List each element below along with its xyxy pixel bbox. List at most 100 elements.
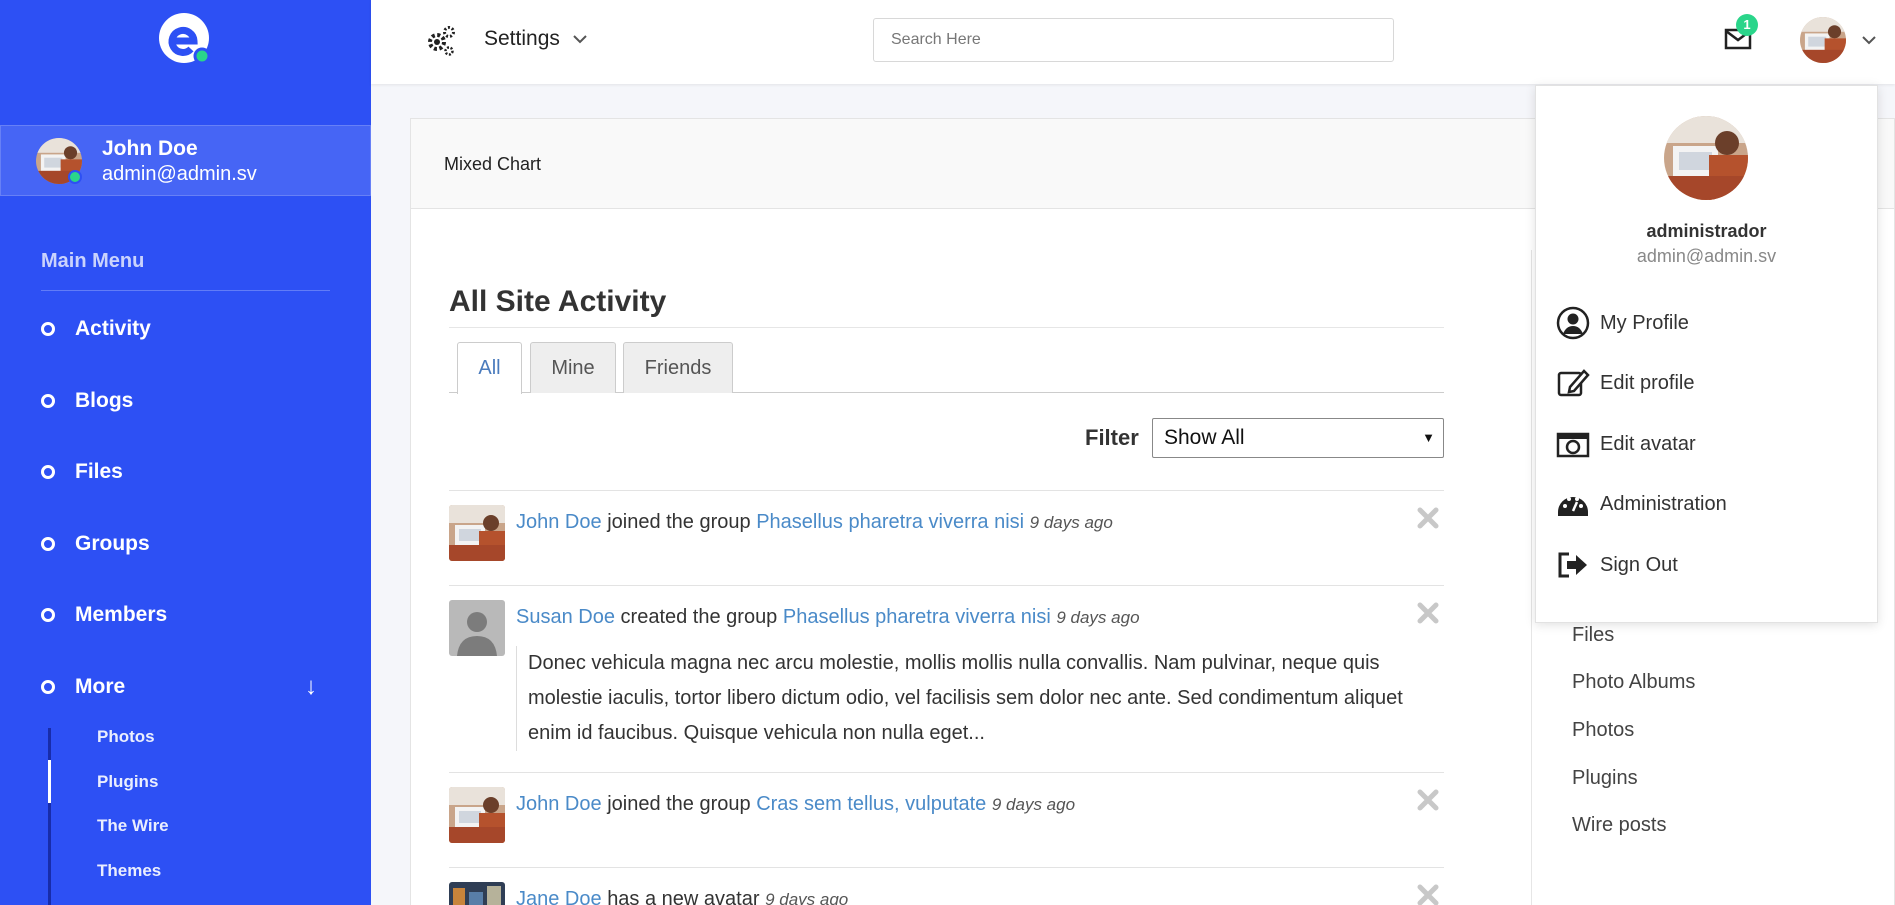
delete-icon[interactable] [1416, 788, 1440, 812]
user-link[interactable]: John Doe [516, 793, 602, 815]
notification-badge: 1 [1736, 14, 1758, 36]
tab-friends[interactable]: Friends [623, 342, 733, 393]
delete-icon[interactable] [1416, 883, 1440, 905]
user-link[interactable]: Susan Doe [516, 606, 615, 628]
card-title: Mixed Chart [444, 154, 542, 174]
menu-item-label: Edit avatar [1600, 432, 1696, 455]
user-link[interactable]: Jane Doe [516, 888, 602, 905]
filter-select[interactable]: Show All ▼ [1152, 418, 1444, 458]
right-column-divider [1531, 250, 1532, 905]
submenu-item-plugins[interactable]: Plugins [97, 772, 158, 792]
chevron-down-icon[interactable] [1860, 31, 1878, 49]
menu-item-edit-avatar[interactable]: Edit avatar [1556, 426, 1696, 462]
menu-item-administration[interactable]: Administration [1556, 486, 1727, 522]
group-link[interactable]: Phasellus pharetra viverra nisi [756, 511, 1024, 533]
filter-label: Filter [1085, 425, 1139, 450]
timestamp: 9 days ago [1029, 513, 1113, 532]
list-item: Jane Doe has a new avatar 9 days ago [516, 888, 848, 905]
sidebar-item-label: Files [75, 460, 123, 483]
menu-item-my-profile[interactable]: My Profile [1556, 305, 1689, 341]
sidebar-item-files[interactable]: Files [41, 452, 341, 492]
list-item: John Doe joined the group Phasellus phar… [516, 511, 1113, 534]
activity-tabs: All Mine Friends [449, 342, 1444, 394]
delete-icon[interactable] [1416, 601, 1440, 625]
avatar[interactable] [449, 505, 505, 561]
avatar [1664, 116, 1748, 200]
list-item: John Doe joined the group Cras sem tellu… [516, 793, 1075, 816]
delete-icon[interactable] [1416, 506, 1440, 530]
row-divider [449, 772, 1444, 773]
right-link-photo-albums[interactable]: Photo Albums [1572, 671, 1695, 694]
sidebar-user-card[interactable]: John Doe admin@admin.sv [0, 125, 371, 196]
user-email: admin@admin.sv [102, 163, 257, 185]
right-link-files[interactable]: Files [1572, 624, 1614, 647]
menu-item-label: Administration [1600, 492, 1727, 515]
divider [449, 327, 1444, 328]
row-divider [449, 585, 1444, 586]
avatar[interactable] [449, 600, 505, 656]
action-text: has a new avatar [607, 888, 760, 905]
camera-icon [1556, 427, 1590, 461]
bullet-icon [41, 537, 55, 551]
tab-mine[interactable]: Mine [530, 342, 616, 393]
page-title: All Site Activity [449, 285, 667, 318]
avatar[interactable] [449, 882, 505, 905]
bullet-icon [41, 680, 55, 694]
filter-select-value: Show All [1164, 426, 1245, 449]
bullet-icon [41, 322, 55, 336]
sidebar-item-label: Groups [75, 532, 150, 555]
user-avatar[interactable] [1800, 17, 1846, 63]
sign-out-icon [1556, 548, 1590, 582]
sidebar-item-label: Members [75, 603, 168, 626]
user-circle-icon [1556, 306, 1590, 340]
search-input[interactable] [873, 18, 1394, 62]
list-item: Susan Doe created the group Phasellus ph… [516, 606, 1140, 629]
gears-icon[interactable] [425, 24, 457, 56]
group-link[interactable]: Cras sem tellus, vulputate [756, 793, 986, 815]
menu-item-label: My Profile [1600, 311, 1689, 334]
sidebar-item-activity[interactable]: Activity [41, 309, 341, 349]
menu-item-sign-out[interactable]: Sign Out [1556, 547, 1678, 583]
right-link-wire-posts[interactable]: Wire posts [1572, 814, 1666, 837]
sidebar: John Doe admin@admin.sv Main Menu Activi… [0, 0, 371, 905]
dropdown-user-name: administrador [1646, 221, 1767, 241]
sidebar-item-blogs[interactable]: Blogs [41, 381, 341, 421]
bullet-icon [41, 394, 55, 408]
row-divider [449, 867, 1444, 868]
online-status-icon [68, 170, 82, 184]
tab-all[interactable]: All [457, 342, 522, 394]
elgg-logo[interactable] [156, 10, 214, 68]
avatar[interactable] [449, 787, 505, 843]
row-divider [449, 490, 1444, 491]
submenu-item-themes[interactable]: Themes [97, 861, 161, 881]
dropdown-user-email: admin@admin.sv [1636, 246, 1777, 266]
menu-divider [41, 290, 330, 291]
sidebar-item-members[interactable]: Members [41, 595, 341, 635]
group-link[interactable]: Phasellus pharetra viverra nisi [783, 606, 1051, 628]
user-link[interactable]: John Doe [516, 511, 602, 533]
right-link-photos[interactable]: Photos [1572, 719, 1634, 742]
timestamp: 9 days ago [991, 795, 1076, 814]
arrow-down-icon[interactable]: ↓ [305, 673, 317, 701]
timestamp: 9 days ago [1056, 608, 1140, 627]
user-dropdown-menu: administrador admin@admin.sv My Profile … [1535, 85, 1878, 623]
submenu-item-photos[interactable]: Photos [97, 727, 155, 747]
dashboard-icon [1556, 487, 1590, 521]
bullet-icon [41, 465, 55, 479]
chevron-down-icon[interactable] [571, 30, 589, 48]
submenu-active-indicator [48, 760, 51, 803]
settings-menu[interactable]: Settings [484, 27, 560, 51]
submenu-item-the-wire[interactable]: The Wire [97, 816, 169, 836]
menu-item-label: Edit profile [1600, 371, 1695, 394]
bullet-icon [41, 608, 55, 622]
submenu-line [48, 728, 51, 905]
action-text: joined the group [607, 793, 751, 815]
sidebar-item-groups[interactable]: Groups [41, 524, 341, 564]
caret-down-icon: ▼ [1422, 430, 1435, 445]
topbar: Settings 1 [371, 0, 1895, 84]
sidebar-item-more[interactable]: More ↓ [41, 667, 341, 707]
sidebar-item-label: More [75, 675, 126, 698]
menu-item-edit-profile[interactable]: Edit profile [1556, 365, 1695, 401]
right-link-plugins[interactable]: Plugins [1572, 767, 1638, 790]
sidebar-item-label: Activity [75, 317, 151, 340]
